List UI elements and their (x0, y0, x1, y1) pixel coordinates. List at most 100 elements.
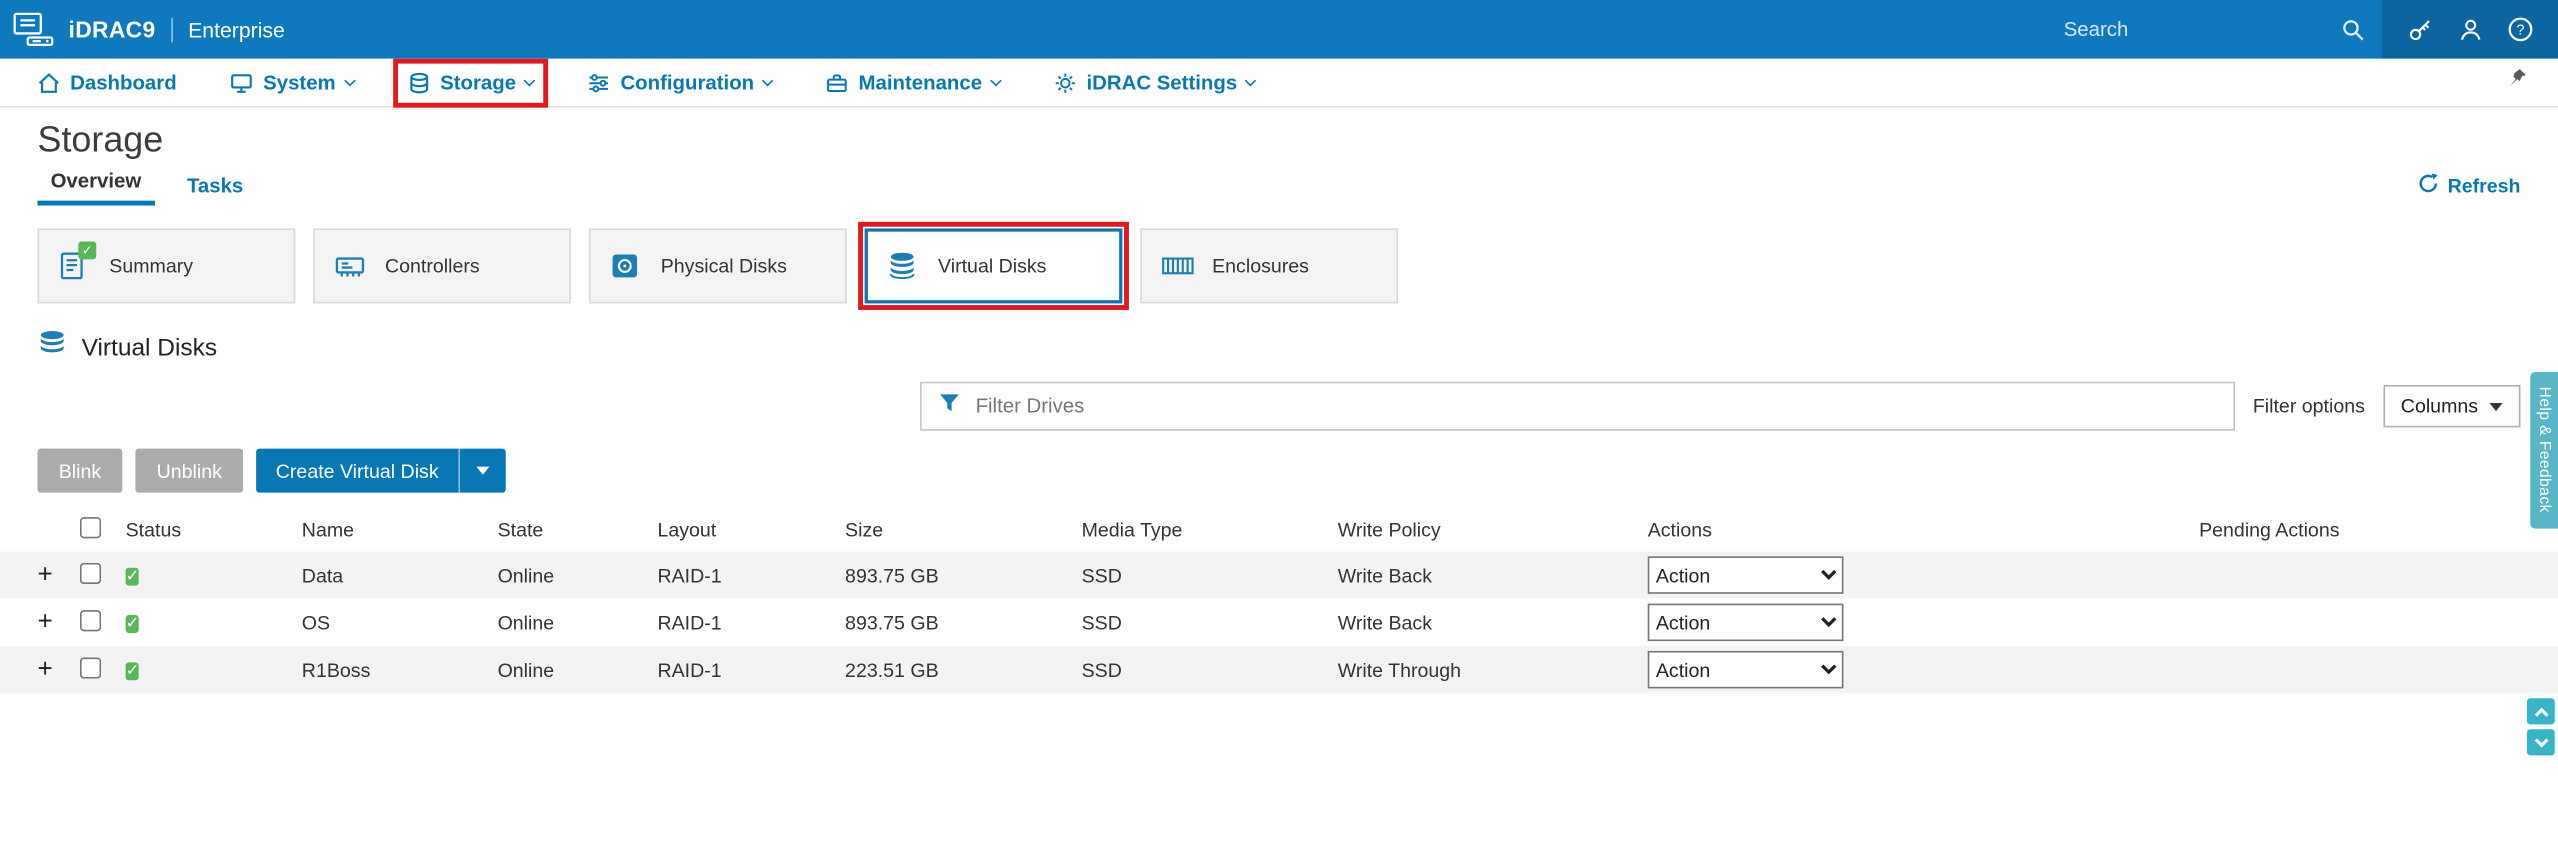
status-ok-icon: ✓ (125, 661, 140, 680)
nav-item-dashboard[interactable]: Dashboard (38, 71, 177, 94)
row-action-select[interactable]: Action (1647, 603, 1844, 642)
expand-row-button[interactable]: + (38, 609, 61, 635)
col-state: State (497, 518, 544, 542)
unblink-button[interactable]: Unblink (135, 448, 244, 493)
maintenance-icon (826, 71, 849, 94)
cell-size: 893.75 GB (845, 610, 939, 634)
col-write-policy: Write Policy (1337, 518, 1441, 542)
row-action-select[interactable]: Action (1647, 650, 1844, 689)
cell-name: OS (301, 610, 331, 634)
create-virtual-disk-label: Create Virtual Disk (275, 459, 439, 483)
home-icon (38, 71, 61, 94)
nav-label: iDRAC Settings (1086, 70, 1238, 94)
status-ok-icon: ✓ (125, 614, 140, 633)
caret-down-icon (476, 466, 490, 475)
physical-disk-icon (610, 251, 643, 280)
nav-label: Configuration (620, 70, 755, 94)
search-box (2047, 0, 2381, 59)
card-virtual-disks[interactable]: Virtual Disks (858, 221, 1129, 310)
expand-row-button[interactable]: + (38, 656, 61, 683)
card-controllers[interactable]: Controllers (313, 228, 571, 304)
virtual-disks-icon (38, 330, 67, 366)
help-feedback-tab[interactable]: Help & Feedback (2530, 371, 2558, 529)
status-ok-icon: ✓ (125, 566, 140, 585)
col-status: Status (125, 518, 182, 542)
pin-icon[interactable] (2506, 67, 2529, 98)
row-action-select[interactable]: Action (1647, 556, 1844, 594)
chevron-down-icon (2533, 732, 2548, 747)
create-virtual-disk-dropdown[interactable] (458, 448, 505, 493)
col-pending-actions: Pending Actions (2199, 518, 2340, 542)
create-virtual-disk-button[interactable]: Create Virtual Disk (256, 448, 506, 493)
topbar: iDRAC9 Enterprise Search ? (0, 0, 2558, 59)
idrac-logo-icon (13, 10, 55, 49)
nav-item-maintenance[interactable]: Maintenance (826, 70, 1002, 94)
table-row: + ✓ OS Online RAID-1 893.75 GB SSD Write… (0, 598, 2558, 647)
search-input[interactable] (2063, 17, 2340, 41)
card-physical-disks[interactable]: Physical Disks (588, 228, 847, 304)
nav-item-storage[interactable]: Storage (392, 57, 549, 107)
section-title-label: Virtual Disks (81, 333, 218, 362)
scroll-up-button[interactable] (2527, 698, 2555, 725)
cell-name: R1Boss (301, 658, 371, 682)
cell-state: Online (497, 658, 555, 682)
table-row: + ✓ Data Online RAID-1 893.75 GB SSD Wri… (0, 551, 2558, 599)
expand-row-button[interactable]: + (38, 561, 61, 588)
chevron-up-icon (2533, 706, 2548, 721)
cell-write-policy: Write Through (1337, 658, 1462, 682)
col-layout: Layout (657, 518, 717, 542)
table-header-row: Status Name State Layout Size Media Type… (0, 509, 2558, 551)
card-label: Summary (109, 254, 194, 278)
cell-layout: RAID-1 (657, 563, 722, 587)
nav-item-configuration[interactable]: Configuration (588, 70, 774, 94)
select-all-checkbox[interactable] (79, 517, 102, 539)
key-icon[interactable] (2406, 16, 2432, 42)
cell-state: Online (497, 610, 555, 634)
product-edition: Enterprise (171, 17, 285, 42)
cell-layout: RAID-1 (657, 610, 722, 634)
blink-button[interactable]: Blink (37, 448, 123, 493)
summary-report-icon: ✓ (59, 241, 97, 280)
virtual-disks-table: Status Name State Layout Size Media Type… (0, 509, 2558, 694)
table-row: + ✓ R1Boss Online RAID-1 223.51 GB SSD W… (0, 646, 2558, 694)
idrac-window: iDRAC9 Enterprise Search ? Dashboard Sys… (0, 0, 2558, 852)
help-icon[interactable]: ? (2507, 16, 2533, 42)
refresh-button[interactable]: Refresh (2418, 173, 2520, 206)
virtual-disks-icon (887, 251, 920, 280)
configuration-icon (588, 71, 611, 94)
columns-button[interactable]: Columns (2382, 385, 2521, 428)
virtual-disks-section-header: Virtual Disks (38, 330, 2558, 366)
table-toolbar: Blink Unblink Create Virtual Disk (37, 448, 2558, 493)
cell-size: 893.75 GB (845, 563, 939, 587)
filter-drives-input[interactable] (975, 394, 2217, 418)
refresh-label: Refresh (2447, 174, 2521, 198)
card-enclosures[interactable]: Enclosures (1140, 228, 1399, 304)
chevron-down-icon (343, 74, 356, 86)
cell-name: Data (301, 563, 344, 587)
cell-media-type: SSD (1081, 563, 1122, 587)
nav-item-system[interactable]: System (231, 71, 356, 94)
nav-item-idrac-settings[interactable]: iDRAC Settings (1054, 70, 1257, 94)
nav-label: Maintenance (858, 70, 983, 94)
nav-label: Dashboard (70, 70, 177, 94)
col-size: Size (845, 518, 884, 542)
card-summary[interactable]: ✓ Summary (37, 228, 296, 304)
row-checkbox[interactable] (79, 656, 102, 678)
search-icon[interactable] (2339, 16, 2365, 42)
chevron-down-icon (524, 74, 536, 86)
cell-layout: RAID-1 (657, 658, 722, 682)
page-title: Storage (37, 119, 164, 160)
user-icon[interactable] (2457, 16, 2483, 42)
tab-tasks[interactable]: Tasks (174, 170, 256, 206)
product-name: iDRAC9 (68, 16, 156, 43)
row-checkbox[interactable] (79, 562, 102, 584)
enclosure-icon (1162, 251, 1195, 280)
scroll-down-button[interactable] (2527, 729, 2555, 756)
tab-overview[interactable]: Overview (37, 165, 155, 206)
row-checkbox[interactable] (79, 609, 102, 631)
filter-options-link[interactable]: Filter options (2253, 395, 2365, 418)
filter-row: Filter options Columns (920, 381, 2521, 431)
chevron-down-icon (1245, 74, 1257, 86)
controller-card-icon (334, 251, 367, 280)
chevron-down-icon (762, 74, 774, 86)
